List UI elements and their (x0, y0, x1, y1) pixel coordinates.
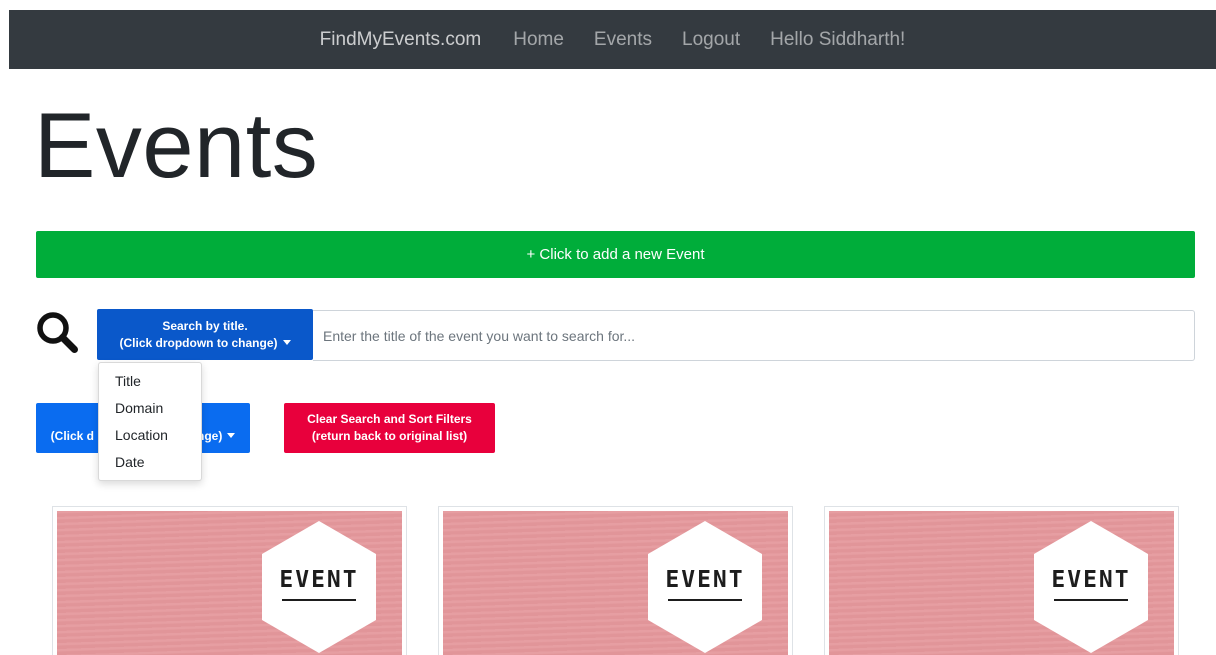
event-image-underline (1054, 599, 1128, 601)
caret-down-icon (227, 433, 236, 438)
search-type-hint: (Click dropdown to change) (120, 335, 291, 352)
event-card-image: EVENT (829, 511, 1174, 655)
caret-down-icon (282, 339, 291, 345)
event-card[interactable]: EVENT (824, 506, 1179, 655)
clear-filters-button[interactable]: Clear Search and Sort Filters (return ba… (284, 403, 495, 453)
event-card[interactable]: EVENT (438, 506, 793, 655)
dropdown-item-location[interactable]: Location (99, 422, 201, 449)
search-input[interactable] (313, 310, 1195, 361)
event-image-underline (668, 599, 742, 601)
page-title: Events (34, 95, 319, 197)
event-image-text: EVENT (1051, 567, 1131, 593)
add-event-button[interactable]: + Click to add a new Event (36, 231, 1195, 278)
search-type-dropdown-button[interactable]: Search by title. (Click dropdown to chan… (97, 309, 313, 360)
brand-link[interactable]: FindMyEvents.com (305, 29, 499, 51)
search-type-label: Search by title. (162, 318, 248, 333)
search-icon (37, 312, 78, 353)
dropdown-item-date[interactable]: Date (99, 449, 201, 476)
event-card-image: EVENT (57, 511, 402, 655)
dropdown-item-domain[interactable]: Domain (99, 395, 201, 422)
top-navbar: FindMyEvents.com Home Events Logout Hell… (9, 10, 1216, 69)
nav-home-link[interactable]: Home (498, 29, 579, 51)
event-card[interactable]: EVENT (52, 506, 407, 655)
clear-filters-hint: (return back to original list) (311, 429, 468, 443)
event-image-text: EVENT (279, 567, 359, 593)
search-type-dropdown-menu: Title Domain Location Date (98, 362, 202, 481)
nav-greeting[interactable]: Hello Siddharth! (755, 29, 920, 51)
event-image-underline (282, 599, 356, 601)
event-image-text: EVENT (665, 567, 745, 593)
dropdown-item-title[interactable]: Title (99, 368, 201, 395)
event-card-image: EVENT (443, 511, 788, 655)
nav-events-link[interactable]: Events (579, 29, 667, 51)
nav-logout-link[interactable]: Logout (667, 29, 755, 51)
clear-filters-label: Clear Search and Sort Filters (307, 412, 472, 426)
